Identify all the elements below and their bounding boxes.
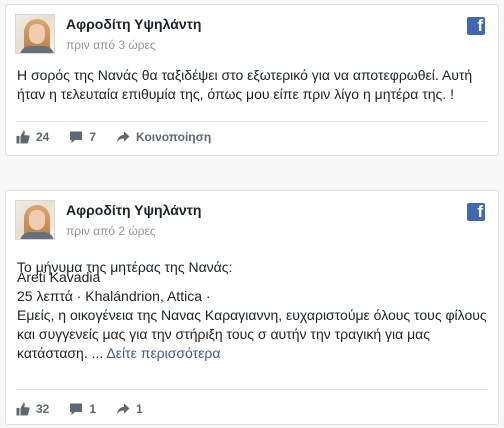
share-icon [116, 403, 130, 415]
author-name[interactable]: Αφροδίτη Υψηλάντη [66, 16, 201, 32]
like-icon [16, 403, 30, 416]
see-more-link[interactable]: Δείτε περισσότερα [106, 345, 220, 361]
avatar[interactable] [15, 14, 55, 54]
comment-icon [70, 131, 83, 143]
comment-count: 1 [89, 402, 97, 416]
comment-button[interactable]: 7 [69, 130, 96, 144]
avatar-shirt [20, 232, 54, 239]
divider [16, 121, 488, 122]
post-text: Η σορός της Νανάς θα ταξιδέψει στο εξωτε… [17, 67, 473, 102]
comment-button[interactable]: 1 [69, 402, 96, 416]
avatar-shirt [20, 46, 54, 53]
like-count: 32 [36, 402, 50, 416]
share-button[interactable]: 1 [116, 402, 143, 416]
author-name[interactable]: Αφροδίτη Υψηλάντη [66, 202, 201, 218]
like-icon [16, 131, 30, 144]
avatar-face [29, 210, 45, 230]
post-header: Αφροδίτη Υψηλάντη πριν από 3 ώρες f [6, 5, 498, 61]
quoted-text-end: κατάσταση. ... [17, 345, 104, 361]
comment-icon [70, 403, 83, 415]
share-button[interactable]: Κοινοποίηση [116, 130, 211, 144]
quoted-text-line-1: Εμείς, η οικογένεια της Νανας Καραγιαννη… [17, 307, 487, 323]
quoted-text-line-3: κατάσταση. ... Δείτε περισσότερα [17, 344, 488, 363]
post-actions: 32 1 1 [16, 399, 488, 419]
quoted-author: Areti Kavadia [17, 269, 101, 285]
share-icon [116, 131, 130, 143]
like-button[interactable]: 24 [16, 130, 49, 144]
avatar[interactable] [15, 200, 55, 240]
share-label: Κοινοποίηση [136, 130, 212, 144]
facebook-icon[interactable]: f [467, 17, 485, 35]
facebook-icon[interactable]: f [467, 203, 485, 221]
post-timestamp[interactable]: πριν από 2 ώρες [66, 224, 156, 238]
quoted-meta: 25 λεπτά · Khalándrion, Attica · [17, 288, 211, 304]
post-actions: 24 7 Κοινοποίηση [16, 127, 488, 147]
post-card: Αφροδίτη Υψηλάντη πριν από 3 ώρες f Η σο… [5, 4, 499, 156]
avatar-face [29, 24, 45, 44]
divider [16, 389, 488, 390]
post-card: Αφροδίτη Υψηλάντη πριν από 2 ώρες f Το μ… [5, 190, 499, 425]
quoted-text-line-2: και συγγενείς μας για την στήριξη τους σ… [17, 326, 430, 342]
like-button[interactable]: 32 [16, 402, 49, 416]
post-timestamp[interactable]: πριν από 3 ώρες [66, 38, 156, 52]
post-header: Αφροδίτη Υψηλάντη πριν από 2 ώρες f [6, 191, 498, 247]
share-count: 1 [136, 402, 143, 416]
like-count: 24 [36, 130, 50, 144]
comment-count: 7 [89, 130, 97, 144]
